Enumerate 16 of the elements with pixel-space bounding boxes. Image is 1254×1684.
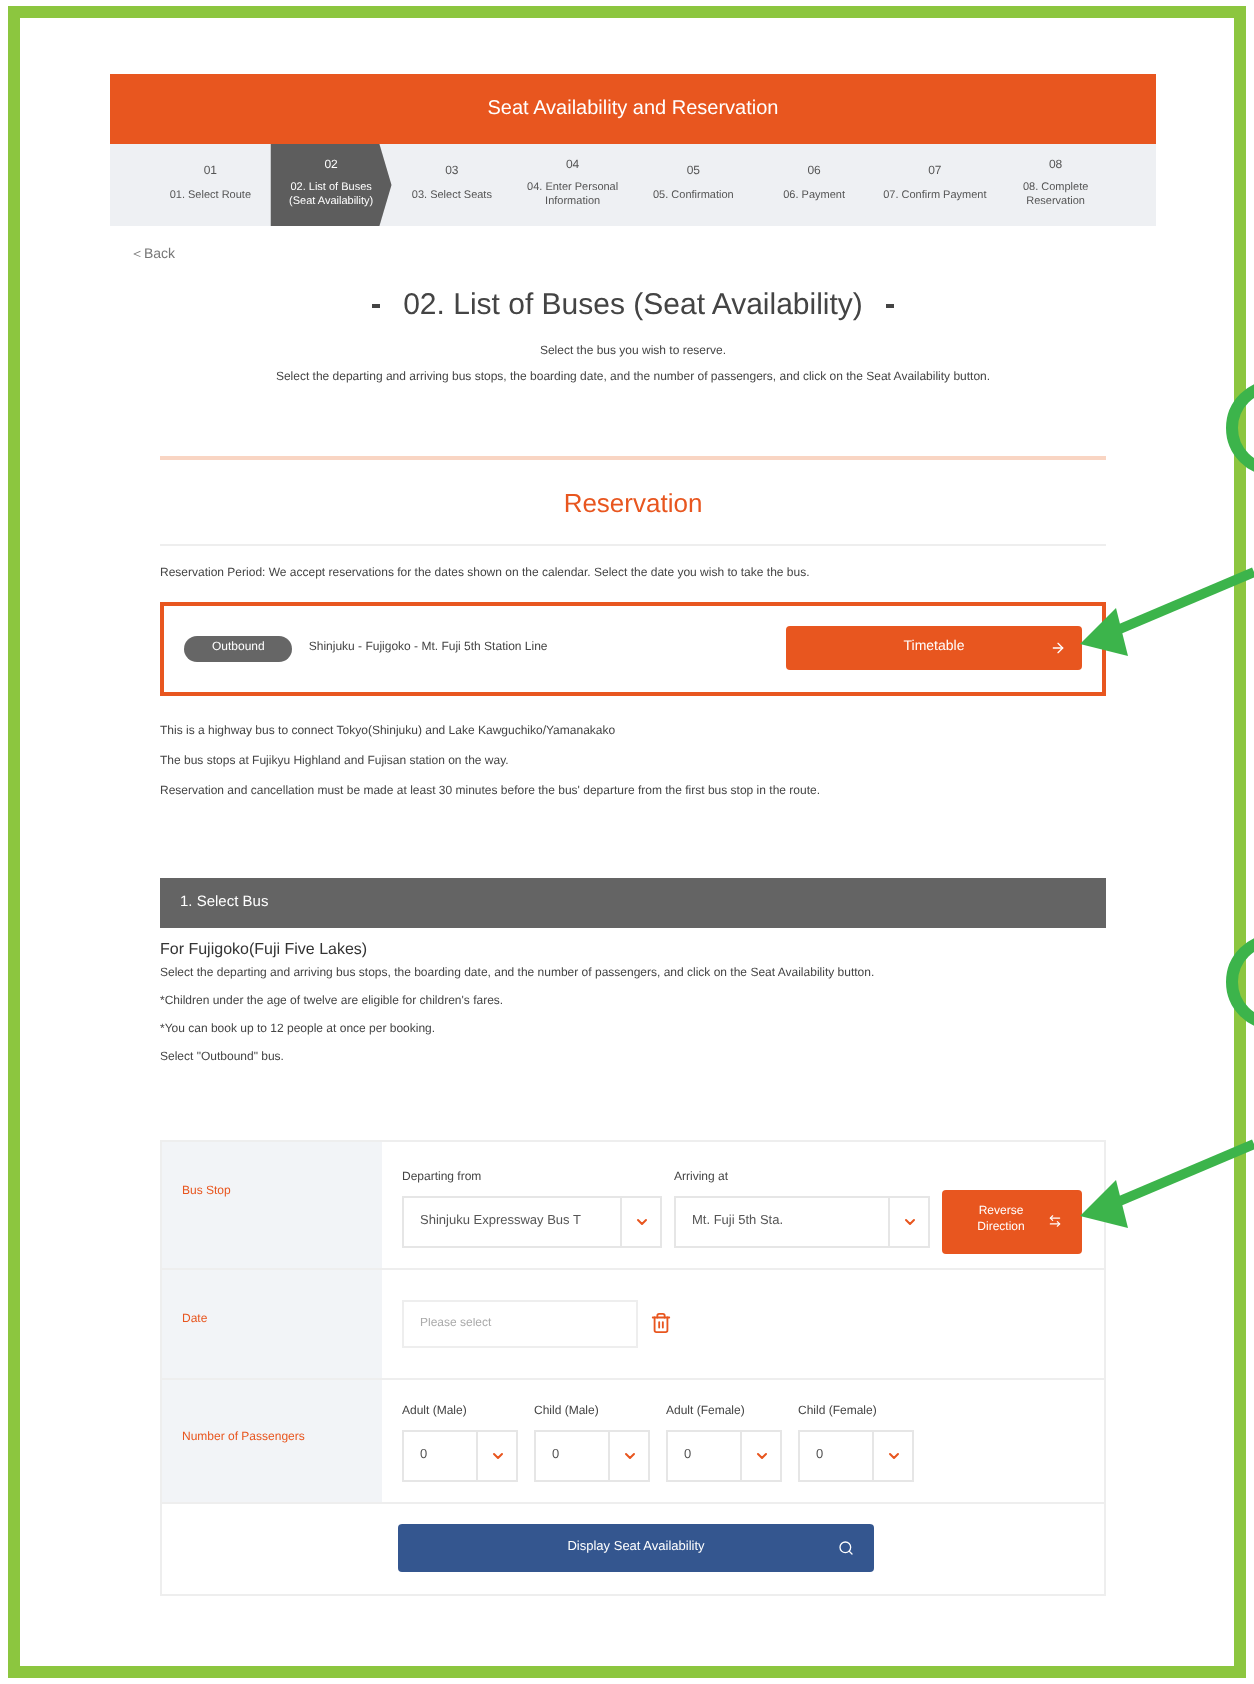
trash-icon[interactable] <box>650 1312 672 1334</box>
chevron-down-icon <box>901 1213 917 1229</box>
title-dash <box>886 304 895 307</box>
chevron-down-icon <box>621 1447 637 1463</box>
arrow-right-icon <box>1050 640 1066 656</box>
search-icon <box>838 1540 854 1556</box>
header-bar: Seat Availability and Reservation <box>110 74 1156 144</box>
swap-icon <box>1047 1214 1061 1228</box>
section-subheading: For Fujigoko(Fuji Five Lakes) <box>160 937 370 961</box>
page-title: 02. List of Buses (Seat Availability) <box>403 285 863 325</box>
chevron-down-icon <box>489 1447 505 1463</box>
chevron-down-icon <box>633 1213 649 1229</box>
reservation-heading: Reservation <box>561 486 705 522</box>
chevron-down-icon <box>885 1447 901 1463</box>
title-dash <box>371 304 380 307</box>
chevron-down-icon <box>753 1447 769 1463</box>
